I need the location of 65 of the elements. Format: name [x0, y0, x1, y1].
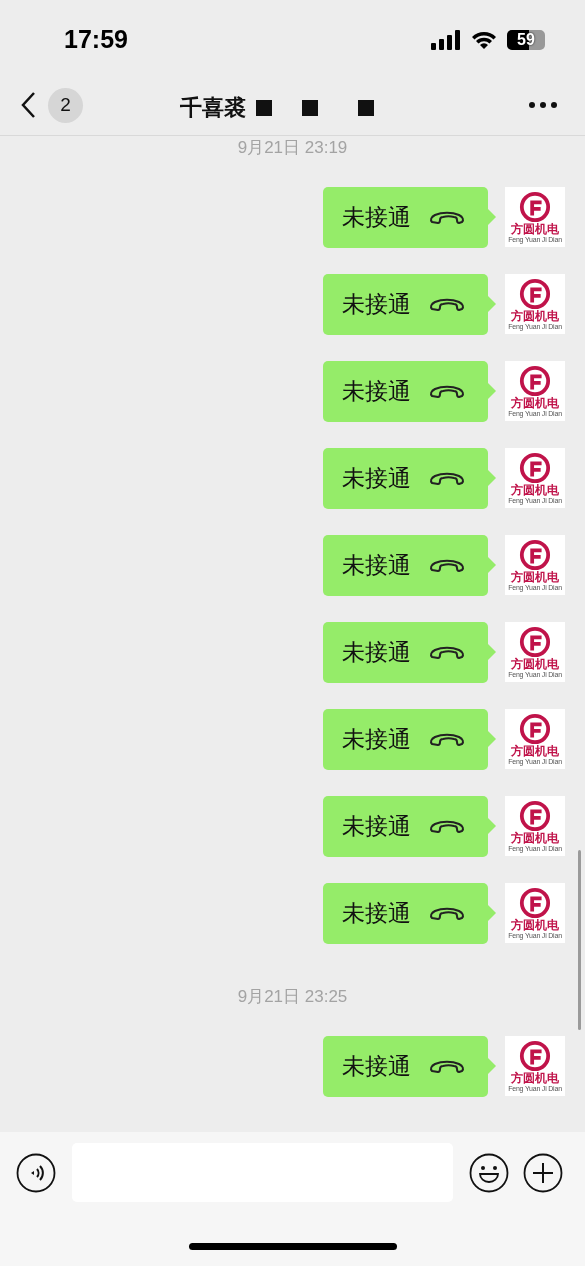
redaction-mark [302, 99, 318, 116]
call-bubble[interactable]: 未接通 [323, 796, 488, 857]
avatar-name: 方圆机电 [511, 919, 559, 932]
logo-icon [519, 539, 551, 571]
back-icon[interactable] [20, 91, 36, 119]
redaction-mark [358, 99, 374, 116]
logo-icon [519, 800, 551, 832]
bubble-tail [488, 1058, 496, 1074]
call-bubble[interactable]: 未接通 [323, 448, 488, 509]
wifi-icon [471, 29, 497, 50]
hang-up-phone-icon [429, 209, 465, 226]
avatar-name: 方圆机电 [511, 658, 559, 671]
add-icon[interactable] [523, 1152, 563, 1193]
call-bubble[interactable]: 未接通 [323, 535, 488, 596]
timestamp: 9月21日 23:25 [237, 987, 348, 1007]
call-bubble[interactable]: 未接通 [323, 1036, 488, 1097]
bubble-tail [488, 905, 496, 921]
call-bubble[interactable]: 未接通 [323, 709, 488, 770]
hang-up-phone-icon [429, 383, 465, 400]
logo-icon [519, 1040, 551, 1072]
bubble-tail [488, 644, 496, 660]
call-bubble[interactable]: 未接通 [323, 361, 488, 422]
avatar-name: 方圆机电 [511, 571, 559, 584]
avatar-name: 方圆机电 [511, 484, 559, 497]
signal-icon [431, 29, 461, 50]
logo-icon [519, 278, 551, 310]
bubble-tail [488, 383, 496, 399]
timestamp: 9月21日 23:19 [237, 138, 348, 158]
logo-icon [519, 452, 551, 484]
logo-icon [519, 365, 551, 397]
avatar-name: 方圆机电 [511, 223, 559, 236]
call-bubble[interactable]: 未接通 [323, 883, 488, 944]
bubble-tail [488, 296, 496, 312]
bubble-tail [488, 470, 496, 486]
hang-up-phone-icon [429, 818, 465, 835]
logo-icon [519, 626, 551, 658]
logo-icon [519, 191, 551, 223]
hang-up-phone-icon [429, 296, 465, 313]
hang-up-phone-icon [429, 644, 465, 661]
status-time: 17:59 [64, 23, 128, 55]
bubble-tail [488, 557, 496, 573]
hang-up-phone-icon [429, 905, 465, 922]
call-bubble[interactable]: 未接通 [323, 622, 488, 683]
hang-up-phone-icon [429, 1058, 465, 1075]
bubble-tail [488, 209, 496, 225]
hang-up-phone-icon [429, 557, 465, 574]
hang-up-phone-icon [429, 470, 465, 487]
avatar-name: 方圆机电 [511, 1072, 559, 1085]
hang-up-phone-icon [429, 731, 465, 748]
call-bubble[interactable]: 未接通 [323, 274, 488, 335]
avatar-name: 方圆机电 [511, 745, 559, 758]
chat-title: 千喜裘 [180, 94, 246, 122]
logo-icon [519, 713, 551, 745]
more-icon[interactable] [529, 102, 557, 108]
avatar-name: 方圆机电 [511, 397, 559, 410]
avatar-name: 方圆机电 [511, 832, 559, 845]
logo-icon [519, 887, 551, 919]
unread-count-badge: 2 [48, 87, 83, 123]
bubble-tail [488, 731, 496, 747]
avatar-name: 方圆机电 [511, 310, 559, 323]
voice-icon[interactable] [16, 1152, 56, 1193]
redaction-mark [256, 99, 272, 116]
call-bubble[interactable]: 未接通 [323, 187, 488, 248]
bubble-tail [488, 818, 496, 834]
emoji-icon[interactable] [469, 1152, 509, 1193]
